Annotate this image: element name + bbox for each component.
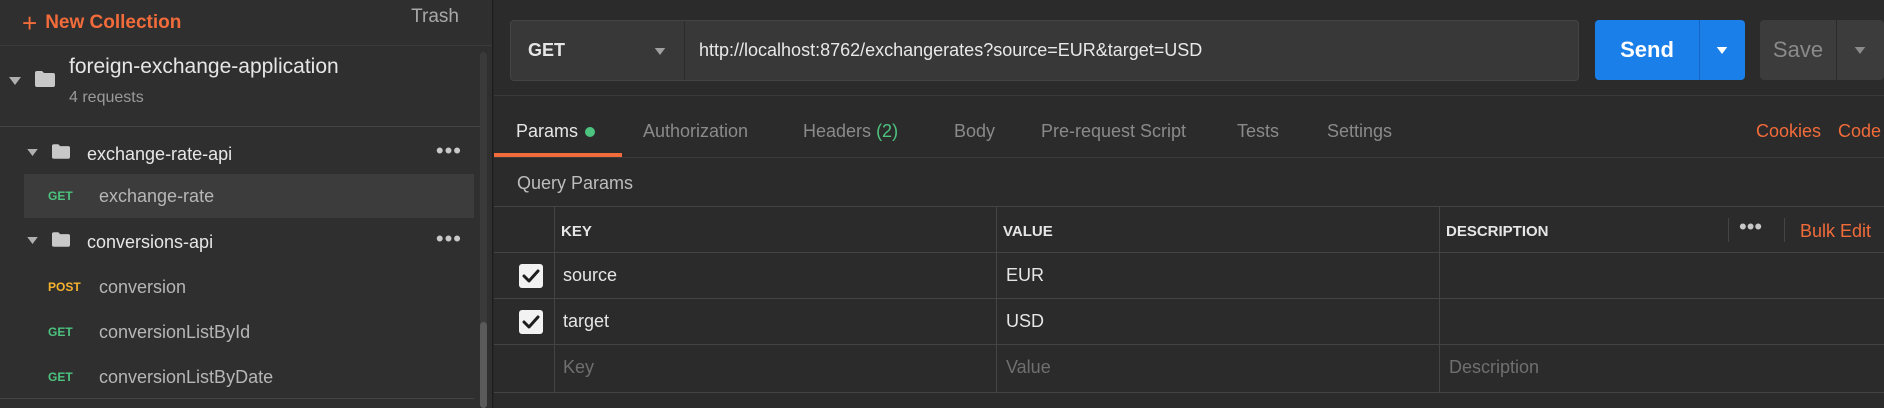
collection-folder-icon xyxy=(35,71,55,87)
tab-headers-label: Headers xyxy=(803,121,872,141)
request-item-conversion[interactable]: POST conversion xyxy=(0,265,474,309)
more-options-icon[interactable]: ••• xyxy=(436,138,462,164)
send-label: Send xyxy=(1620,37,1674,62)
folder-name: conversions-api xyxy=(87,231,214,252)
tab-body[interactable]: Body xyxy=(954,121,995,142)
column-divider xyxy=(1728,218,1729,242)
new-collection-button[interactable]: + New Collection xyxy=(22,10,181,36)
headers-count-badge: (2) xyxy=(876,121,899,141)
column-divider xyxy=(996,206,997,392)
status-dot-icon xyxy=(585,127,596,138)
request-method-badge: GET xyxy=(48,370,73,384)
collection-item[interactable]: foreign-exchange-application 4 requests xyxy=(0,47,480,127)
request-method-badge: POST xyxy=(48,280,81,294)
tab-pre-request-script[interactable]: Pre-request Script xyxy=(1041,121,1186,142)
param-checkbox[interactable] xyxy=(519,264,543,288)
tab-settings[interactable]: Settings xyxy=(1327,121,1392,142)
sidebar: + New Collection Trash foreign-exchange-… xyxy=(0,0,493,408)
request-item-exchange-rate[interactable]: GET exchange-rate xyxy=(24,174,474,218)
checkmark-icon xyxy=(522,269,540,283)
new-param-key-input[interactable]: Key xyxy=(563,357,594,378)
request-item-conversionListByDate[interactable]: GET conversionListByDate xyxy=(0,355,474,399)
folder-name: exchange-rate-api xyxy=(87,143,233,164)
request-name: exchange-rate xyxy=(99,185,215,206)
tab-params[interactable]: Params xyxy=(516,121,596,142)
table-border xyxy=(494,206,1884,207)
divider xyxy=(0,398,474,399)
more-options-icon[interactable]: ••• xyxy=(436,226,462,252)
more-options-icon[interactable]: ••• xyxy=(1739,214,1762,240)
chevron-down-icon xyxy=(654,48,666,55)
query-params-title: Query Params xyxy=(517,173,634,193)
divider xyxy=(494,392,1884,393)
collection-request-count: 4 requests xyxy=(69,89,144,106)
sidebar-scrollbar[interactable] xyxy=(480,52,487,408)
collection-name: foreign-exchange-application xyxy=(69,55,339,78)
url-input[interactable]: http://localhost:8762/exchangerates?sour… xyxy=(685,21,1578,80)
divider xyxy=(1836,20,1837,80)
column-divider xyxy=(554,206,555,392)
column-divider xyxy=(1439,206,1440,392)
column-header-value: VALUE xyxy=(1003,223,1053,240)
divider xyxy=(494,157,1884,158)
param-value[interactable]: EUR xyxy=(1006,265,1044,286)
new-collection-label: New Collection xyxy=(45,11,182,33)
folder-icon xyxy=(52,232,70,247)
table-border xyxy=(494,344,1884,345)
table-border xyxy=(494,252,1884,253)
column-header-description: DESCRIPTION xyxy=(1446,223,1549,240)
column-header-key: KEY xyxy=(561,223,592,240)
new-param-value-input[interactable]: Value xyxy=(1006,357,1051,378)
param-key[interactable]: source xyxy=(563,265,617,286)
url-bar: GET http://localhost:8762/exchangerates?… xyxy=(510,20,1579,81)
save-label: Save xyxy=(1772,37,1824,62)
request-method-badge: GET xyxy=(48,189,73,203)
send-dropdown-icon[interactable] xyxy=(1716,47,1728,54)
folder-item-conversions-api[interactable]: conversions-api ••• xyxy=(0,220,474,264)
scrollbar-thumb[interactable] xyxy=(480,322,487,408)
caret-down-icon[interactable] xyxy=(9,77,21,85)
column-divider xyxy=(1784,218,1785,242)
caret-down-icon[interactable] xyxy=(27,149,38,156)
new-param-description-input[interactable]: Description xyxy=(1449,357,1539,378)
save-button[interactable]: Save xyxy=(1760,20,1884,80)
tab-authorization[interactable]: Authorization xyxy=(643,121,748,142)
trash-button[interactable]: Trash xyxy=(411,0,459,33)
tab-params-label: Params xyxy=(516,121,579,141)
request-name: conversionListByDate xyxy=(99,366,274,387)
save-dropdown-icon[interactable] xyxy=(1854,47,1866,54)
method-select-value: GET xyxy=(528,40,566,60)
tab-headers[interactable]: Headers (2) xyxy=(803,121,898,142)
checkmark-icon xyxy=(522,315,540,329)
plus-icon: + xyxy=(22,7,38,38)
folder-item-exchange-rate-api[interactable]: exchange-rate-api ••• xyxy=(0,132,474,176)
request-item-conversionListById[interactable]: GET conversionListById xyxy=(0,310,474,354)
table-border xyxy=(494,298,1884,299)
folder-icon xyxy=(52,144,70,159)
request-method-badge: GET xyxy=(48,325,73,339)
caret-down-icon[interactable] xyxy=(27,237,38,244)
param-key[interactable]: target xyxy=(563,311,609,332)
param-value[interactable]: USD xyxy=(1006,311,1044,332)
code-link[interactable]: Code xyxy=(1838,121,1881,142)
divider xyxy=(1699,20,1700,80)
divider xyxy=(494,95,1884,96)
tab-tests[interactable]: Tests xyxy=(1237,121,1279,142)
param-checkbox[interactable] xyxy=(519,310,543,334)
cookies-link[interactable]: Cookies xyxy=(1756,121,1821,142)
method-select[interactable]: GET xyxy=(511,21,685,80)
request-name: conversionListById xyxy=(99,321,251,342)
request-panel: GET http://localhost:8762/exchangerates?… xyxy=(494,0,1884,408)
bulk-edit-link[interactable]: Bulk Edit xyxy=(1800,221,1871,242)
request-name: conversion xyxy=(99,276,187,297)
send-button[interactable]: Send xyxy=(1595,20,1745,80)
